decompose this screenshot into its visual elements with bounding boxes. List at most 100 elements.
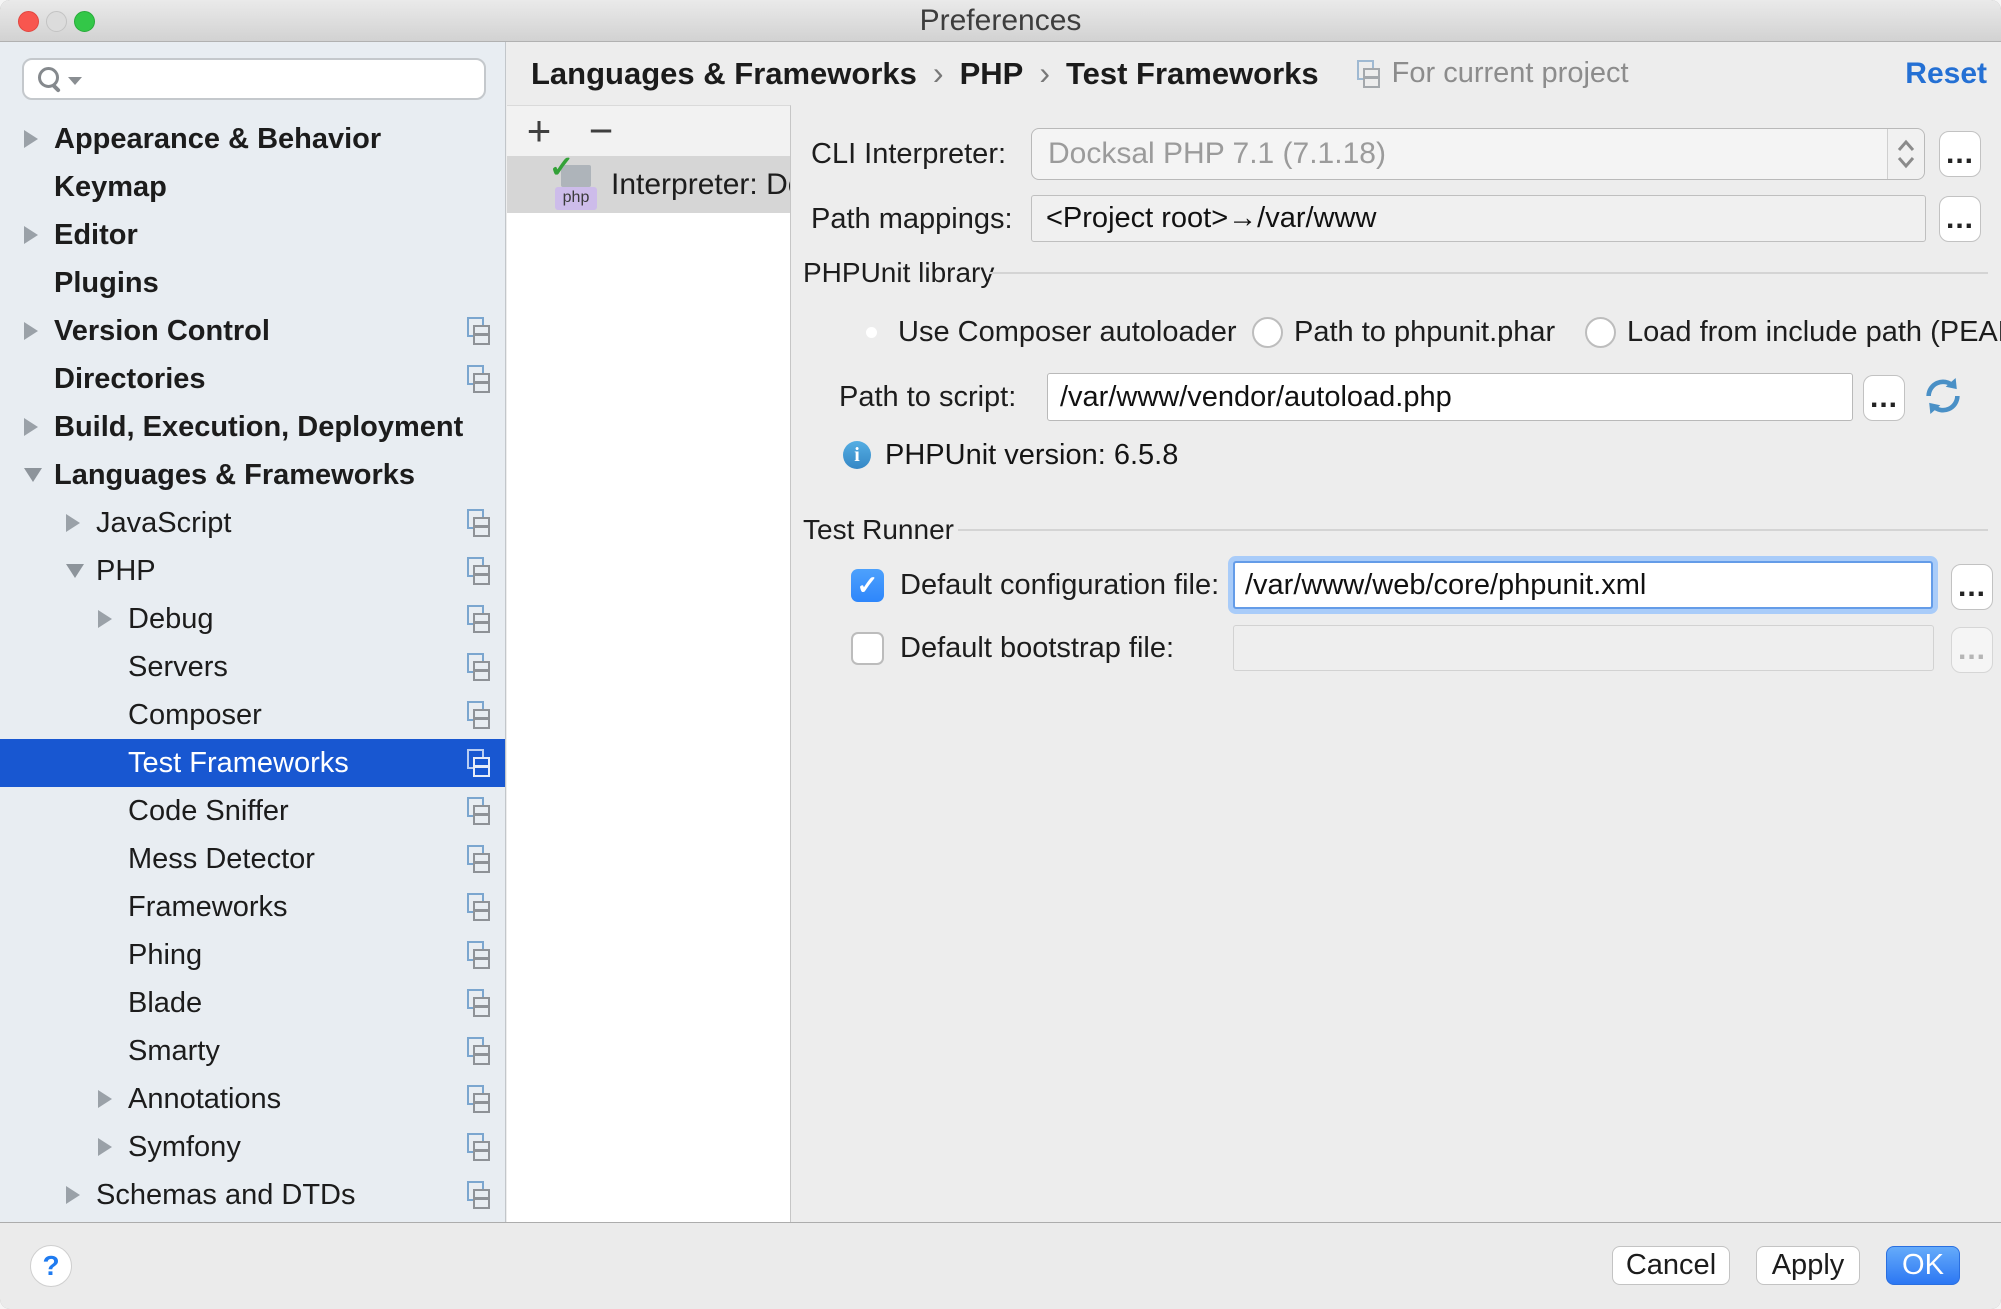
chevron-right-icon[interactable] — [24, 130, 38, 148]
radio-path-to-phpunit-phar-label[interactable]: Path to phpunit.phar — [1294, 314, 1555, 350]
phpunit-version-text: PHPUnit version: 6.5.8 — [885, 437, 1178, 473]
breadcrumb-bar: Languages & Frameworks › PHP › Test Fram… — [507, 42, 2001, 105]
apply-button[interactable]: Apply — [1756, 1246, 1860, 1285]
modified-settings-icon — [467, 653, 490, 681]
search-options-chevron-icon[interactable] — [68, 77, 82, 85]
settings-tree: Appearance & Behavior Keymap Editor Plug… — [0, 115, 506, 1219]
radio-load-from-include-path-label[interactable]: Load from include path (PEAR) — [1627, 314, 2001, 350]
sidebar-item-directories[interactable]: Directories — [0, 355, 506, 403]
window-title: Preferences — [0, 0, 2001, 42]
chevron-right-icon[interactable] — [98, 1138, 112, 1156]
default-configuration-file-checkbox[interactable] — [851, 569, 884, 602]
default-bootstrap-file-checkbox[interactable] — [851, 632, 884, 665]
sidebar-item-build-execution-deployment[interactable]: Build, Execution, Deployment — [0, 403, 506, 451]
search-input[interactable] — [88, 62, 472, 98]
section-divider — [958, 529, 1988, 531]
modified-settings-icon — [467, 845, 490, 873]
add-icon[interactable]: + — [521, 109, 557, 153]
sidebar-item-frameworks[interactable]: Frameworks — [0, 883, 506, 931]
modified-settings-icon — [467, 1133, 490, 1161]
chevron-down-icon[interactable] — [24, 468, 42, 482]
titlebar[interactable]: Preferences — [0, 0, 2001, 42]
modified-settings-icon — [467, 701, 490, 729]
phpunit-settings-panel: CLI Interpreter: Docksal PHP 7.1 (7.1.18… — [792, 105, 2001, 1222]
sidebar-item-smarty[interactable]: Smarty — [0, 1027, 506, 1075]
sidebar-item-plugins[interactable]: Plugins — [0, 259, 506, 307]
radio-use-composer-autoloader-label[interactable]: Use Composer autoloader — [898, 314, 1237, 350]
sidebar-item-composer[interactable]: Composer — [0, 691, 506, 739]
sidebar-item-languages-frameworks[interactable]: Languages & Frameworks — [0, 451, 506, 499]
breadcrumb-languages-frameworks[interactable]: Languages & Frameworks — [531, 56, 917, 92]
chevron-down-icon[interactable] — [66, 564, 84, 578]
chevron-right-icon[interactable] — [24, 226, 38, 244]
path-to-script-input[interactable]: /var/www/vendor/autoload.php — [1047, 373, 1853, 421]
dialog-footer: ? Cancel Apply OK — [0, 1222, 2001, 1309]
cli-interpreter-browse-button[interactable]: ... — [1939, 131, 1981, 177]
chevron-right-icon[interactable] — [24, 322, 38, 340]
sidebar-item-keymap[interactable]: Keymap — [0, 163, 506, 211]
path-mappings-field[interactable]: <Project root>→/var/www — [1031, 195, 1926, 242]
default-bootstrap-file-browse-button: ... — [1951, 627, 1993, 673]
modified-settings-icon — [467, 1037, 490, 1065]
path-to-script-browse-button[interactable]: ... — [1863, 375, 1905, 421]
modified-settings-icon — [467, 1085, 490, 1113]
breadcrumb-php[interactable]: PHP — [960, 56, 1024, 92]
path-mappings-browse-button[interactable]: ... — [1939, 196, 1981, 242]
sidebar-item-javascript[interactable]: JavaScript — [0, 499, 506, 547]
breadcrumb-test-frameworks[interactable]: Test Frameworks — [1066, 56, 1319, 92]
sidebar-item-blade[interactable]: Blade — [0, 979, 506, 1027]
default-bootstrap-file-label[interactable]: Default bootstrap file: — [900, 630, 1174, 666]
modified-settings-icon — [467, 893, 490, 921]
modified-settings-icon — [467, 1181, 490, 1209]
sidebar-item-editor[interactable]: Editor — [0, 211, 506, 259]
path-mappings-label: Path mappings: — [811, 201, 1013, 237]
help-button[interactable]: ? — [30, 1245, 72, 1287]
search-icon — [38, 67, 62, 91]
chevron-right-icon[interactable] — [66, 1186, 80, 1204]
info-icon: i — [843, 441, 871, 469]
radio-path-to-phpunit-phar[interactable] — [1252, 317, 1283, 348]
modified-settings-icon — [467, 509, 490, 537]
sidebar-item-schemas-and-dtds[interactable]: Schemas and DTDs — [0, 1171, 506, 1219]
sidebar-item-phing[interactable]: Phing — [0, 931, 506, 979]
cli-interpreter-select[interactable]: Docksal PHP 7.1 (7.1.18) — [1031, 128, 1925, 180]
sidebar-item-annotations[interactable]: Annotations — [0, 1075, 506, 1123]
sidebar-item-php[interactable]: PHP — [0, 547, 506, 595]
sidebar-item-servers[interactable]: Servers — [0, 643, 506, 691]
reset-link[interactable]: Reset — [1905, 57, 1987, 91]
settings-search-box[interactable] — [22, 58, 486, 100]
chevron-right-icon[interactable] — [98, 1090, 112, 1108]
cancel-button[interactable]: Cancel — [1612, 1246, 1730, 1285]
scope-indicator: For current project — [1357, 57, 1629, 90]
remove-icon[interactable]: − — [583, 109, 619, 153]
sidebar-item-mess-detector[interactable]: Mess Detector — [0, 835, 506, 883]
radio-load-from-include-path[interactable] — [1585, 317, 1616, 348]
modified-settings-icon — [467, 557, 490, 585]
stepper-icon[interactable] — [1887, 129, 1924, 179]
sidebar-item-debug[interactable]: Debug — [0, 595, 506, 643]
sidebar-item-test-frameworks[interactable]: Test Frameworks — [0, 739, 506, 787]
settings-sidebar: Appearance & Behavior Keymap Editor Plug… — [0, 42, 506, 1222]
default-configuration-file-input[interactable] — [1233, 561, 1933, 609]
refresh-icon[interactable] — [1920, 373, 1966, 424]
breadcrumb-separator: › — [933, 55, 944, 92]
sidebar-item-version-control[interactable]: Version Control — [0, 307, 506, 355]
cli-interpreter-value: Docksal PHP 7.1 (7.1.18) — [1048, 129, 1386, 179]
default-configuration-file-browse-button[interactable]: ... — [1951, 564, 1993, 610]
list-item-interpreter[interactable]: ✓ php Interpreter: Dock — [507, 156, 790, 213]
chevron-right-icon[interactable] — [66, 514, 80, 532]
sidebar-item-appearance-behavior[interactable]: Appearance & Behavior — [0, 115, 506, 163]
sidebar-item-code-sniffer[interactable]: Code Sniffer — [0, 787, 506, 835]
default-configuration-file-label[interactable]: Default configuration file: — [900, 567, 1219, 603]
path-to-script-label: Path to script: — [839, 379, 1016, 415]
chevron-right-icon[interactable] — [24, 418, 38, 436]
php-interpreter-icon: ✓ php — [551, 160, 599, 210]
ok-button[interactable]: OK — [1886, 1246, 1960, 1285]
preferences-window: Preferences Appearance & Behavior Keymap… — [0, 0, 2001, 1309]
sidebar-item-symfony[interactable]: Symfony — [0, 1123, 506, 1171]
chevron-right-icon[interactable] — [98, 610, 112, 628]
modified-settings-icon — [467, 989, 490, 1017]
modified-settings-icon — [467, 317, 490, 345]
default-bootstrap-file-input — [1233, 625, 1934, 671]
modified-settings-icon — [467, 941, 490, 969]
